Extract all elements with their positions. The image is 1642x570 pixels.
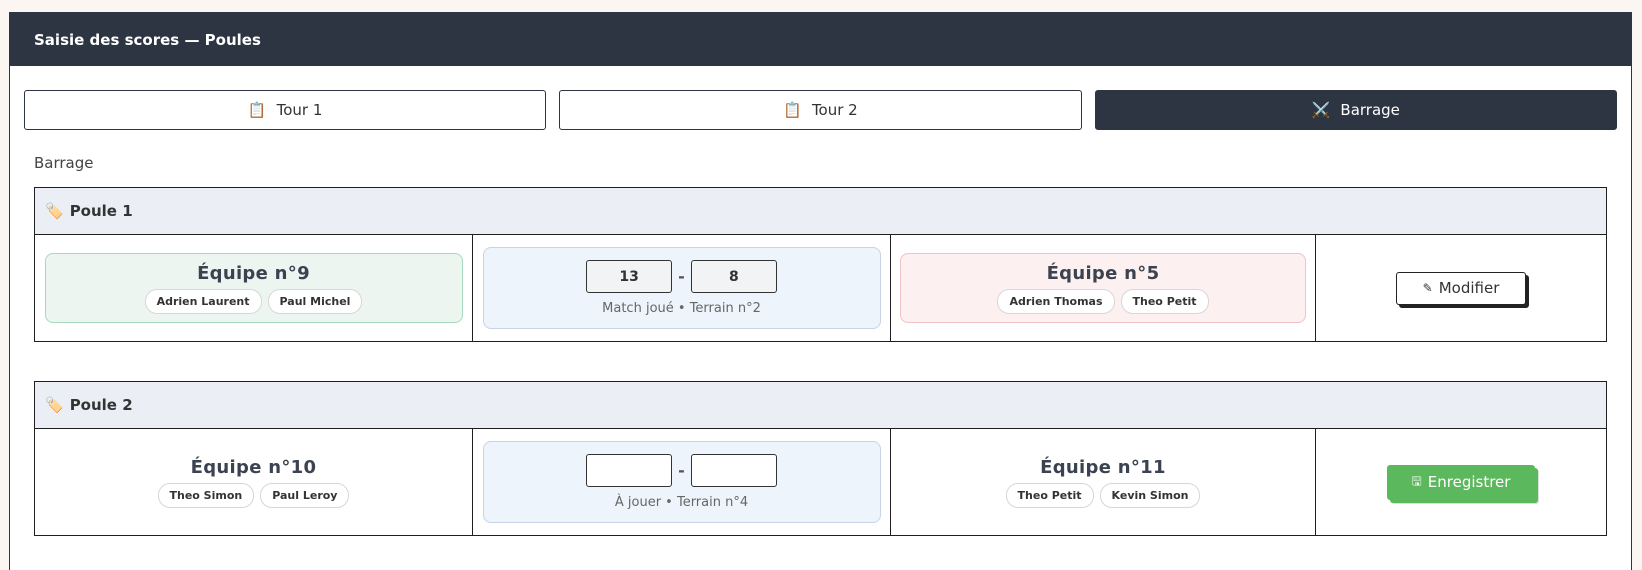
enregistrer-button[interactable]: 🖫 Enregistrer: [1387, 464, 1535, 500]
player-list: Adrien Laurent Paul Michel: [144, 288, 363, 314]
score-cell: - À jouer • Terrain n°4: [473, 429, 891, 535]
floppy-disk-icon: 🖫: [1411, 473, 1422, 488]
score-b-input[interactable]: [690, 260, 777, 293]
tab-tour-2[interactable]: 📋 Tour 2: [559, 90, 1082, 130]
button-label: Enregistrer: [1427, 473, 1511, 491]
player-pill: Theo Petit: [1120, 288, 1209, 314]
player-pill: Paul Michel: [267, 288, 363, 314]
player-pill: Theo Petit: [1005, 482, 1094, 508]
team-a-card: Équipe n°10 Theo Simon Paul Leroy: [45, 447, 463, 517]
score-inputs: -: [586, 260, 777, 293]
score-a-input[interactable]: [586, 260, 673, 293]
player-pill: Paul Leroy: [260, 482, 350, 508]
score-b-input[interactable]: [690, 454, 777, 487]
poule-title: Poule 2: [69, 396, 133, 414]
section-title: Barrage: [34, 154, 94, 172]
player-list: Theo Petit Kevin Simon: [1005, 482, 1201, 508]
score-separator: -: [678, 461, 685, 480]
player-pill: Adrien Laurent: [144, 288, 262, 314]
tab-label: Tour 2: [811, 101, 858, 119]
team-b-card: Équipe n°11 Theo Petit Kevin Simon: [894, 447, 1312, 517]
action-cell: ✎ Modifier: [1316, 235, 1606, 341]
score-separator: -: [678, 267, 685, 286]
player-list: Adrien Thomas Theo Petit: [997, 288, 1209, 314]
poule-card: 🏷️ Poule 1 Équipe n°9 Adrien Laurent Pau…: [34, 187, 1607, 342]
score-cell: - Match joué • Terrain n°2: [473, 235, 891, 341]
tab-label: Tour 1: [276, 101, 323, 119]
team-name: Équipe n°9: [197, 262, 310, 284]
tab-label: Barrage: [1340, 101, 1400, 119]
match-row: Équipe n°9 Adrien Laurent Paul Michel - …: [35, 235, 1606, 341]
tag-icon: 🏷️: [45, 396, 64, 414]
team-name: Équipe n°5: [1046, 262, 1160, 284]
clipboard-icon: 📋: [247, 101, 267, 119]
pencil-icon: ✎: [1422, 281, 1433, 295]
team-name: Équipe n°11: [1040, 456, 1166, 478]
match-row: Équipe n°10 Theo Simon Paul Leroy - À jo…: [35, 429, 1606, 535]
team-b-card: Équipe n°5 Adrien Thomas Theo Petit: [900, 253, 1306, 323]
page-title: Saisie des scores — Poules: [34, 30, 261, 49]
team-name: Équipe n°10: [190, 456, 317, 478]
player-list: Theo Simon Paul Leroy: [157, 482, 350, 508]
action-cell: 🖫 Enregistrer: [1316, 429, 1606, 535]
tab-tour-1[interactable]: 📋 Tour 1: [24, 90, 547, 130]
team-a-cell: Équipe n°9 Adrien Laurent Paul Michel: [35, 235, 473, 341]
match-info: Match joué • Terrain n°2: [602, 301, 761, 316]
player-pill: Theo Simon: [157, 482, 255, 508]
team-b-cell: Équipe n°11 Theo Petit Kevin Simon: [891, 429, 1316, 535]
team-a-cell: Équipe n°10 Theo Simon Paul Leroy: [35, 429, 473, 535]
modifier-button[interactable]: ✎ Modifier: [1396, 271, 1526, 305]
tag-icon: 🏷️: [45, 202, 64, 220]
team-a-card: Équipe n°9 Adrien Laurent Paul Michel: [44, 253, 463, 323]
poule-card: 🏷️ Poule 2 Équipe n°10 Theo Simon Paul L…: [34, 381, 1607, 536]
crossed-swords-icon: ⚔️: [1311, 101, 1331, 119]
clipboard-icon: 📋: [783, 101, 802, 119]
score-box: - Match joué • Terrain n°2: [482, 247, 881, 329]
round-tabs: 📋 Tour 1 📋 Tour 2 ⚔️ Barrage: [24, 90, 1617, 130]
player-pill: Adrien Thomas: [997, 288, 1115, 314]
scores-panel: Saisie des scores — Poules 📋 Tour 1 📋 To…: [9, 12, 1632, 570]
panel-header: Saisie des scores — Poules: [10, 13, 1631, 66]
team-b-cell: Équipe n°5 Adrien Thomas Theo Petit: [891, 235, 1316, 341]
score-a-input[interactable]: [586, 454, 673, 487]
score-inputs: -: [586, 454, 777, 487]
match-info: À jouer • Terrain n°4: [614, 495, 749, 510]
poule-title: Poule 1: [69, 202, 133, 220]
tab-barrage[interactable]: ⚔️ Barrage: [1094, 90, 1617, 130]
poule-header: 🏷️ Poule 1: [35, 188, 1606, 235]
poule-header: 🏷️ Poule 2: [35, 382, 1606, 429]
score-box: - À jouer • Terrain n°4: [482, 441, 881, 523]
button-label: Modifier: [1438, 279, 1500, 297]
player-pill: Kevin Simon: [1099, 482, 1201, 508]
